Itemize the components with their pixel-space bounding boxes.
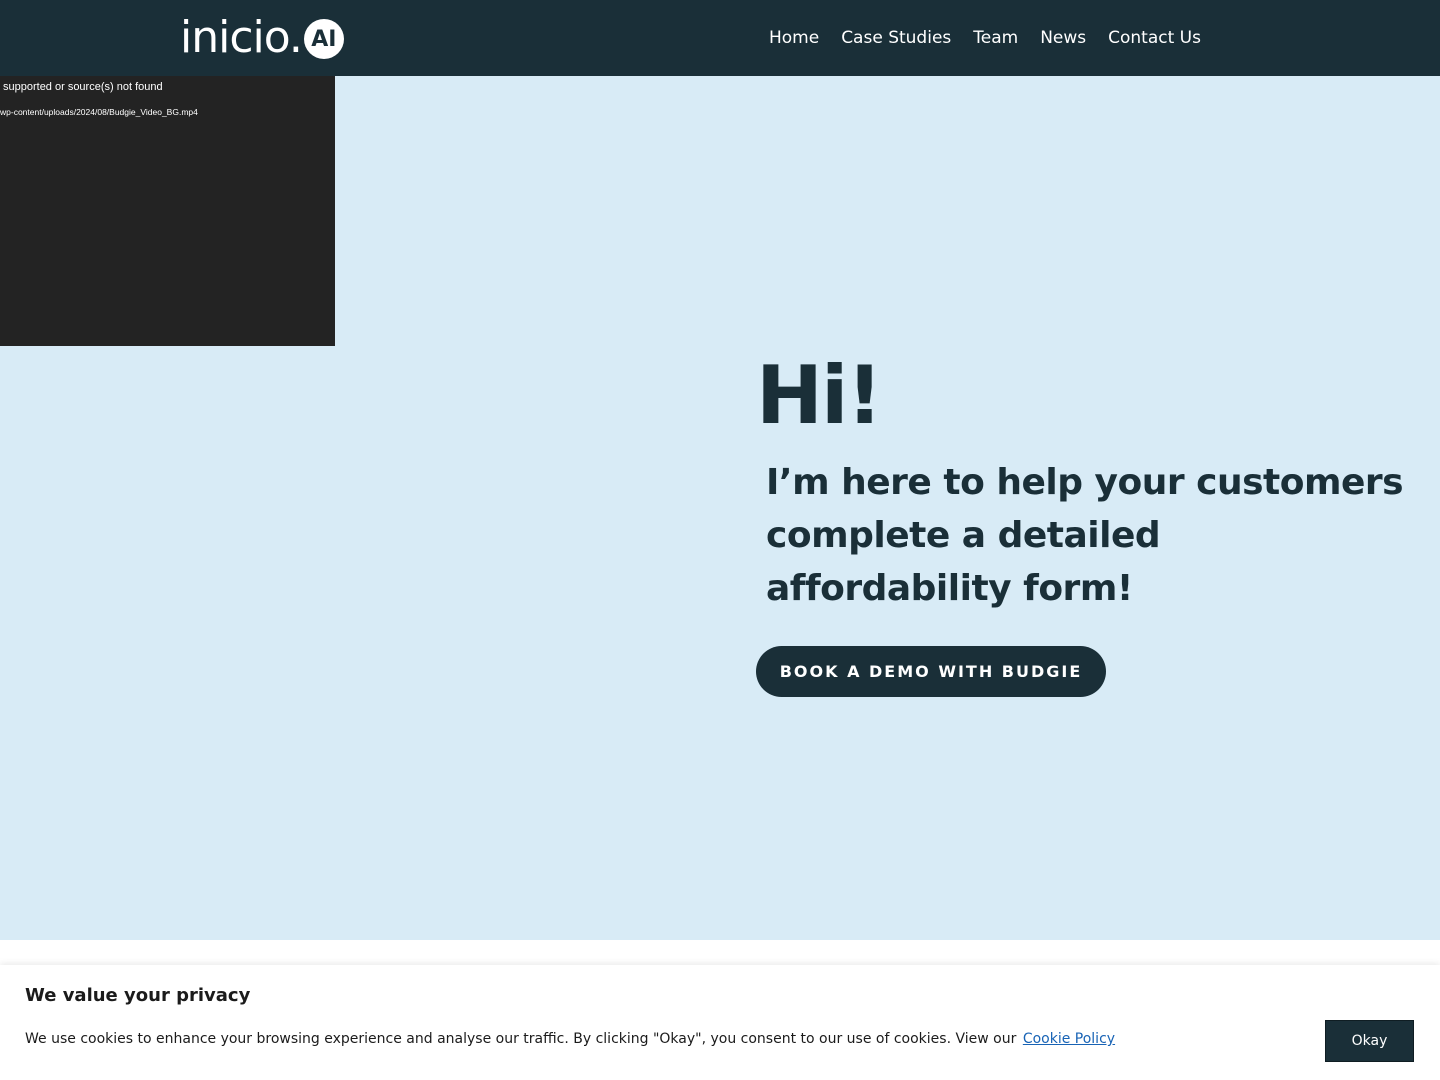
cookie-policy-link[interactable]: Cookie Policy: [1023, 1031, 1115, 1047]
cookie-banner-text: We use cookies to enhance your browsing …: [25, 1031, 1115, 1047]
nav-news[interactable]: News: [1040, 28, 1086, 48]
nav-case-studies[interactable]: Case Studies: [841, 28, 951, 48]
cookie-banner-message: We use cookies to enhance your browsing …: [25, 1031, 1017, 1047]
hero-subtitle: I’m here to help your customers complete…: [766, 462, 1404, 609]
cookie-banner: We value your privacy We use cookies to …: [0, 965, 1440, 1080]
logo-text: inicio.: [180, 12, 303, 63]
logo-badge: AI: [303, 19, 344, 59]
cookie-banner-title: We value your privacy: [25, 985, 251, 1006]
nav-team[interactable]: Team: [973, 28, 1018, 48]
video-source-path: wp-content/uploads/2024/08/Budgie_Video_…: [0, 107, 198, 117]
video-error-message: supported or source(s) not found: [3, 81, 163, 93]
nav-home[interactable]: Home: [769, 28, 819, 48]
cookie-okay-button[interactable]: Okay: [1325, 1020, 1414, 1062]
nav-contact-us[interactable]: Contact Us: [1108, 28, 1201, 48]
background-video-error: supported or source(s) not found wp-cont…: [0, 76, 335, 346]
logo[interactable]: inicio. AI: [180, 14, 344, 62]
main-nav: Home Case Studies Team News Contact Us: [769, 0, 1201, 76]
book-demo-button[interactable]: BOOK A DEMO WITH BUDGIE: [756, 646, 1106, 697]
hero-greeting: Hi!: [756, 349, 883, 442]
site-header: inicio. AI Home Case Studies Team News C…: [0, 0, 1440, 76]
